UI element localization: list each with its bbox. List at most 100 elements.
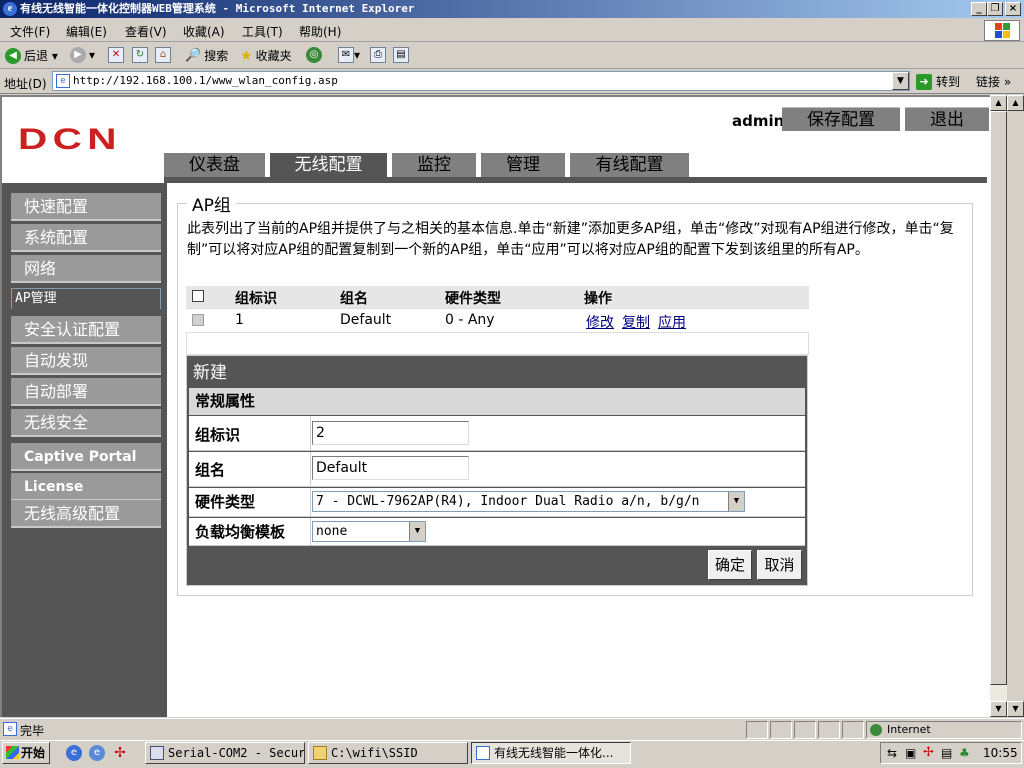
sidebar-item-ap-management[interactable]: AP管理: [11, 288, 161, 309]
menu-tools[interactable]: 工具(T): [242, 23, 283, 40]
cell-group-name: Default: [340, 312, 392, 328]
group-id-input[interactable]: 2: [312, 421, 469, 445]
close-button[interactable]: ×: [1005, 2, 1021, 16]
hardware-type-select[interactable]: 7 - DCWL-7962AP(R4), Indoor Dual Radio a…: [312, 491, 745, 512]
links-label: 链接: [976, 75, 1001, 89]
menu-edit[interactable]: 编辑(E): [66, 23, 107, 40]
menu-favorites[interactable]: 收藏(A): [183, 23, 225, 40]
go-label: 转到: [936, 75, 961, 89]
security-tray-icon[interactable]: ♣: [959, 746, 970, 760]
sidebar: 快速配置 系统配置 网络 AP管理 安全认证配置 自动发现 自动部署 无线安全 …: [2, 183, 167, 717]
menu-view[interactable]: 查看(V): [125, 23, 167, 40]
window-title-bar: e 有线无线智能一体化控制器WEB管理系统 - Microsoft Intern…: [0, 0, 1024, 18]
favorites-button[interactable]: ★ 收藏夹: [240, 47, 292, 64]
monitor-icon[interactable]: ▣: [905, 746, 916, 760]
refresh-button[interactable]: ↻: [132, 47, 148, 63]
sidebar-item-security-auth[interactable]: 安全认证配置: [11, 316, 161, 344]
back-arrow-icon: ◀: [5, 47, 21, 64]
tab-management[interactable]: 管理: [481, 153, 565, 177]
scroll-up-icon[interactable]: ▲: [990, 95, 1007, 111]
address-input[interactable]: e http://192.168.100.1/www_wlan_config.a…: [52, 71, 910, 91]
group-name-row: 组名: [189, 452, 805, 487]
ie-quicklaunch-icon-2[interactable]: e: [89, 745, 105, 761]
outer-scrollbar[interactable]: ▲ ▼: [1007, 95, 1024, 717]
sidebar-item-license[interactable]: License: [11, 473, 161, 501]
menu-file[interactable]: 文件(F): [10, 23, 50, 40]
page-scrollbar[interactable]: ▲ ▼: [990, 95, 1007, 717]
links-button[interactable]: 链接 »: [976, 73, 1011, 90]
search-button[interactable]: 🔎 搜索: [185, 47, 228, 64]
sidebar-item-wireless-security[interactable]: 无线安全: [11, 409, 161, 437]
apply-link[interactable]: 应用: [658, 315, 686, 331]
sidebar-item-advanced-wireless[interactable]: 无线高级配置: [11, 500, 161, 528]
ie-quicklaunch-icon[interactable]: e: [66, 745, 82, 761]
sidebar-item-auto-discovery[interactable]: 自动发现: [11, 347, 161, 375]
select-all-checkbox[interactable]: [192, 290, 204, 306]
tab-wireless-config[interactable]: 无线配置: [270, 153, 387, 177]
edit-button[interactable]: ▤: [393, 47, 409, 63]
table-header-row: 组标识 组名 硬件类型 操作: [186, 286, 809, 309]
page-done-icon: e: [3, 722, 17, 736]
modify-link[interactable]: 修改: [586, 315, 614, 331]
load-balance-select[interactable]: none ▼: [312, 521, 426, 542]
forward-button[interactable]: ▶ ▾: [70, 47, 95, 63]
tab-dashboard[interactable]: 仪表盘: [164, 153, 265, 177]
search-icon: 🔎: [185, 48, 202, 63]
restore-button[interactable]: ❐: [987, 2, 1003, 16]
scroll-up-icon[interactable]: ▲: [1007, 95, 1024, 111]
back-button[interactable]: ◀ 后退 ▾: [5, 47, 58, 64]
ie-icon: [476, 746, 490, 760]
ie-icon: e: [3, 2, 17, 16]
task-serial-com2[interactable]: Serial-COM2 - Secur...: [145, 742, 305, 764]
mail-button[interactable]: ✉ ▾: [338, 47, 360, 63]
print-button[interactable]: ⎙: [370, 47, 386, 63]
network-icon[interactable]: ⇆: [887, 746, 897, 760]
chevron-down-icon: ▼: [728, 492, 744, 511]
tab-monitor[interactable]: 监控: [392, 153, 476, 177]
sidebar-item-captive-portal[interactable]: Captive Portal: [11, 443, 161, 471]
stop-button[interactable]: ✕: [108, 47, 124, 63]
row-checkbox[interactable]: [192, 314, 204, 330]
media-button[interactable]: ◎: [306, 47, 325, 63]
task-ie-window[interactable]: 有线无线智能一体化...: [471, 742, 631, 764]
back-label: 后退: [24, 49, 49, 63]
group-name-input[interactable]: Default: [312, 456, 469, 480]
terminal-icon: [150, 746, 164, 760]
description-text: 此表列出了当前的AP组并提供了与之相关的基本信息.单击“新建”添加更多AP组，单…: [187, 221, 954, 258]
home-icon: ⌂: [155, 47, 171, 63]
hardware-type-value: 7 - DCWL-7962AP(R4), Indoor Dual Radio a…: [316, 494, 700, 509]
load-balance-row: 负载均衡模板: [189, 518, 805, 546]
col-group-name: 组名: [340, 291, 368, 307]
home-button[interactable]: ⌂: [155, 47, 171, 63]
ok-button[interactable]: 确定: [708, 550, 752, 580]
logout-button[interactable]: 退出: [905, 107, 989, 131]
sidebar-item-auto-deploy[interactable]: 自动部署: [11, 378, 161, 406]
task-label: 有线无线智能一体化...: [494, 746, 614, 760]
save-config-button[interactable]: 保存配置: [782, 107, 900, 131]
print-icon: ⎙: [370, 47, 386, 63]
hardware-type-label: 硬件类型: [195, 493, 256, 511]
sidebar-item-quick-config[interactable]: 快速配置: [11, 193, 161, 221]
status-bar: e 完毕 Internet: [0, 718, 1024, 740]
scroll-thumb[interactable]: [990, 111, 1007, 685]
copy-link[interactable]: 复制: [622, 315, 650, 331]
cancel-button[interactable]: 取消: [757, 550, 802, 580]
display-icon[interactable]: ▤: [941, 746, 952, 760]
minimize-button[interactable]: _: [971, 2, 987, 16]
scroll-down-icon[interactable]: ▼: [990, 701, 1007, 717]
dragonfly-icon[interactable]: ✢: [112, 745, 128, 761]
group-id-label: 组标识: [195, 426, 241, 444]
menu-help[interactable]: 帮助(H): [299, 23, 341, 40]
address-dropdown-button[interactable]: ▼: [892, 72, 909, 90]
task-folder-ssid[interactable]: C:\wifi\SSID: [308, 742, 468, 764]
sidebar-item-system-config[interactable]: 系统配置: [11, 224, 161, 252]
table-footer: [186, 333, 809, 355]
go-button[interactable]: ➜ 转到: [916, 73, 960, 90]
scroll-down-icon[interactable]: ▼: [1007, 701, 1024, 717]
windows-logo-icon: [984, 20, 1020, 41]
folder-icon: [313, 746, 327, 760]
dragonfly-tray-icon[interactable]: ✢: [923, 745, 934, 760]
start-button[interactable]: 开始: [2, 742, 50, 764]
sidebar-item-network[interactable]: 网络: [11, 255, 161, 283]
tab-wired-config[interactable]: 有线配置: [570, 153, 689, 177]
